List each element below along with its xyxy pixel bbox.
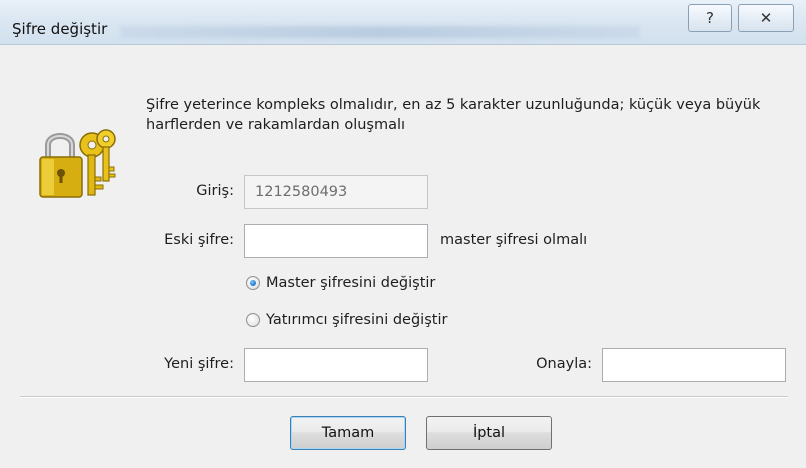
radio-change-investor[interactable]: Yatırımcı şifresini değiştir — [246, 312, 447, 328]
old-password-hint: master şifresi olmalı — [440, 232, 588, 248]
password-requirements-text: Şifre yeterince kompleks olmalıdır, en a… — [146, 97, 761, 133]
radio-change-master[interactable]: Master şifresini değiştir — [246, 275, 435, 291]
radio-master-indicator[interactable] — [246, 276, 260, 290]
separator — [20, 396, 788, 398]
cancel-button[interactable]: İptal — [426, 416, 552, 450]
new-password-field[interactable] — [244, 348, 428, 382]
background-blur — [120, 26, 640, 38]
title-bar[interactable]: Şifre değiştir ? ✕ — [0, 0, 806, 45]
close-button[interactable]: ✕ — [738, 4, 794, 32]
lock-keys-icon — [39, 129, 116, 198]
ok-button[interactable]: Tamam — [290, 416, 406, 450]
login-field — [244, 175, 428, 209]
confirm-label: Onayla: — [536, 356, 592, 372]
close-icon: ✕ — [759, 9, 773, 27]
old-password-field[interactable] — [244, 224, 428, 258]
help-icon: ? — [706, 9, 714, 27]
help-button[interactable]: ? — [688, 4, 732, 32]
dialog-body: Şifre yeterince kompleks olmalıdır, en a… — [0, 45, 806, 468]
radio-investor-indicator[interactable] — [246, 313, 260, 327]
old-password-label: Eski şifre: — [164, 232, 234, 248]
radio-investor-label: Yatırımcı şifresini değiştir — [266, 312, 448, 328]
login-label: Giriş: — [196, 183, 234, 199]
radio-master-label: Master şifresini değiştir — [266, 275, 436, 291]
confirm-password-field[interactable] — [602, 348, 786, 382]
dialog-title: Şifre değiştir — [12, 20, 108, 38]
change-password-dialog: Şifre değiştir ? ✕ Şifre yeterince kompl… — [0, 0, 806, 468]
new-password-label: Yeni şifre: — [164, 356, 234, 372]
